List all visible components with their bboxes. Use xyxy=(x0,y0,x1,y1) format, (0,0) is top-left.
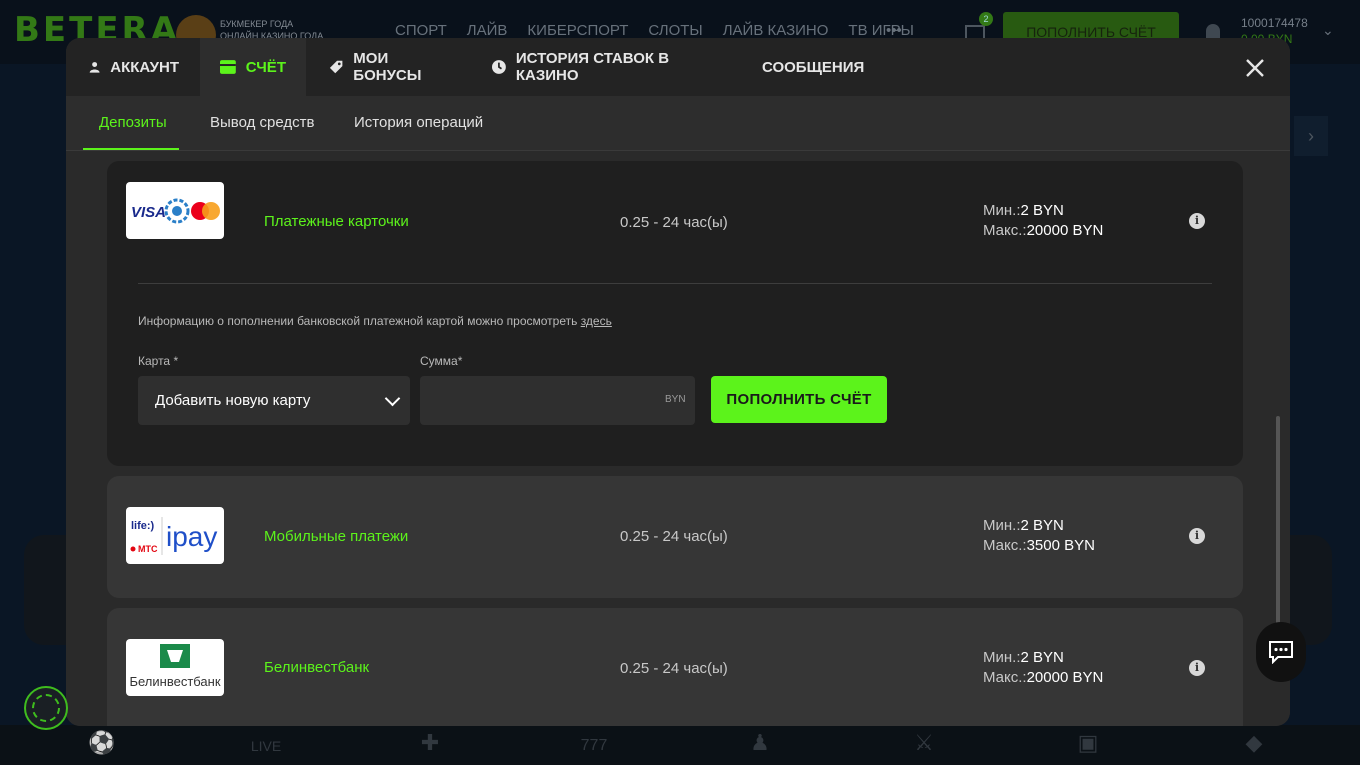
sub-tab-bar: Депозиты Вывод средств История операций xyxy=(66,96,1290,152)
method-name: Белинвестбанк xyxy=(264,659,370,676)
ipay-logo: life:) МТС ipay xyxy=(126,507,224,564)
tab-casino-history[interactable]: ИСТОРИЯ СТАВОК В КАЗИНО xyxy=(472,38,726,96)
tab-bonuses[interactable]: МОИ БОНУСЫ xyxy=(309,38,469,96)
card-logos-icon: VISA xyxy=(131,198,220,223)
ipay-logo-icon: life:) МТС ipay xyxy=(130,516,217,555)
method-name: Платежные карточки xyxy=(264,213,409,230)
tab-balance-label: СЧЁТ xyxy=(245,58,286,76)
belinvestbank-logo: Белинвестбанк xyxy=(126,639,224,696)
amount-input[interactable] xyxy=(420,376,695,425)
method-time: 0.25 - 24 час(ы) xyxy=(620,660,728,677)
max-label: Макс.: xyxy=(983,222,1027,239)
tab-account-balance[interactable]: СЧЁТ xyxy=(200,38,306,96)
scrollbar[interactable] xyxy=(1276,416,1280,636)
visa-text: VISA xyxy=(131,204,166,221)
info-icon[interactable]: i xyxy=(1189,660,1205,676)
method-name: Мобильные платежи xyxy=(264,528,409,545)
belinvestbank-logo-text: Белинвестбанк xyxy=(129,674,220,689)
min-label: Мин.: xyxy=(983,517,1021,534)
tab-messages[interactable]: СООБЩЕНИЯ xyxy=(732,38,882,96)
tab-bonuses-label: МОИ БОНУСЫ xyxy=(353,50,422,84)
ipay-logo-text: ipay xyxy=(166,521,217,552)
method-limits: Мин.:2 BYN Макс.:20000 BYN xyxy=(983,201,1103,241)
chat-button[interactable] xyxy=(1256,622,1306,682)
ipay-logo-text-top: life:) xyxy=(131,520,155,532)
method-limits: Мин.:2 BYN Макс.:3500 BYN xyxy=(983,516,1095,556)
card-select[interactable]: Добавить новую карту xyxy=(138,376,410,425)
card-select-value: Добавить новую карту xyxy=(155,392,311,409)
method-limits: Мин.:2 BYN Макс.:20000 BYN xyxy=(983,648,1103,688)
tab-account[interactable]: АККАУНТ xyxy=(69,38,199,96)
amount-currency: BYN xyxy=(665,394,686,405)
min-label: Мин.: xyxy=(983,649,1021,666)
ipay-logo-text-mid: МТС xyxy=(138,544,158,554)
info-link[interactable]: здесь xyxy=(581,314,612,328)
payment-method-belinvestbank[interactable]: Белинвестбанк Белинвестбанк 0.25 - 24 ча… xyxy=(107,608,1243,726)
subtab-deposits[interactable]: Депозиты xyxy=(83,96,179,150)
tab-messages-label: СООБЩЕНИЯ xyxy=(762,58,865,76)
deposit-info-text: Информацию о пополнении банковской плате… xyxy=(138,314,612,328)
settings-icon[interactable] xyxy=(24,686,68,730)
max-label: Макс.: xyxy=(983,537,1027,554)
info-text: Информацию о пополнении банковской плате… xyxy=(138,314,581,328)
max-value: 20000 BYN xyxy=(1026,222,1104,239)
info-icon[interactable]: i xyxy=(1189,528,1205,544)
max-value: 20000 BYN xyxy=(1026,669,1104,686)
max-value: 3500 BYN xyxy=(1026,537,1095,554)
subtab-operation-history[interactable]: История операций xyxy=(338,96,499,150)
payment-method-cards[interactable]: VISA Платежные карточки 0.25 - 24 час(ы)… xyxy=(107,161,1243,466)
card-label: Карта * xyxy=(138,354,179,368)
tab-casino-history-label: ИСТОРИЯ СТАВОК В КАЗИНО xyxy=(515,50,670,84)
max-label: Макс.: xyxy=(983,669,1027,686)
modal-tab-bar: АККАУНТ СЧЁТ МОИ БОНУСЫ ИСТОРИЯ СТАВОК В… xyxy=(66,38,1290,96)
belinvestbank-logo-icon: Белинвестбанк xyxy=(129,644,221,689)
payment-method-mobile[interactable]: life:) МТС ipay Мобильные платежи 0.25 -… xyxy=(107,476,1243,598)
divider xyxy=(138,283,1212,284)
chat-icon xyxy=(1269,641,1293,664)
method-time: 0.25 - 24 час(ы) xyxy=(620,214,728,231)
min-value: 2 BYN xyxy=(1020,517,1064,534)
user-icon xyxy=(89,62,100,73)
amount-label: Сумма* xyxy=(420,354,463,368)
clock-icon xyxy=(492,60,506,74)
tag-icon xyxy=(329,60,343,74)
wallet-icon xyxy=(220,60,236,74)
info-icon[interactable]: i xyxy=(1189,213,1205,229)
visa-mastercard-logo: VISA xyxy=(126,182,224,239)
min-label: Мин.: xyxy=(983,202,1021,219)
subtab-withdrawal[interactable]: Вывод средств xyxy=(194,96,330,150)
account-modal: АККАУНТ СЧЁТ МОИ БОНУСЫ ИСТОРИЯ СТАВОК В… xyxy=(66,38,1290,726)
tab-account-label: АККАУНТ xyxy=(110,58,179,76)
min-value: 2 BYN xyxy=(1020,649,1064,666)
deposit-methods-list: VISA Платежные карточки 0.25 - 24 час(ы)… xyxy=(66,151,1290,726)
close-icon[interactable] xyxy=(1242,52,1268,82)
min-value: 2 BYN xyxy=(1020,202,1064,219)
deposit-submit-button[interactable]: ПОПОЛНИТЬ СЧЁТ xyxy=(711,376,887,423)
chevron-down-icon xyxy=(384,390,401,407)
method-time: 0.25 - 24 час(ы) xyxy=(620,528,728,545)
